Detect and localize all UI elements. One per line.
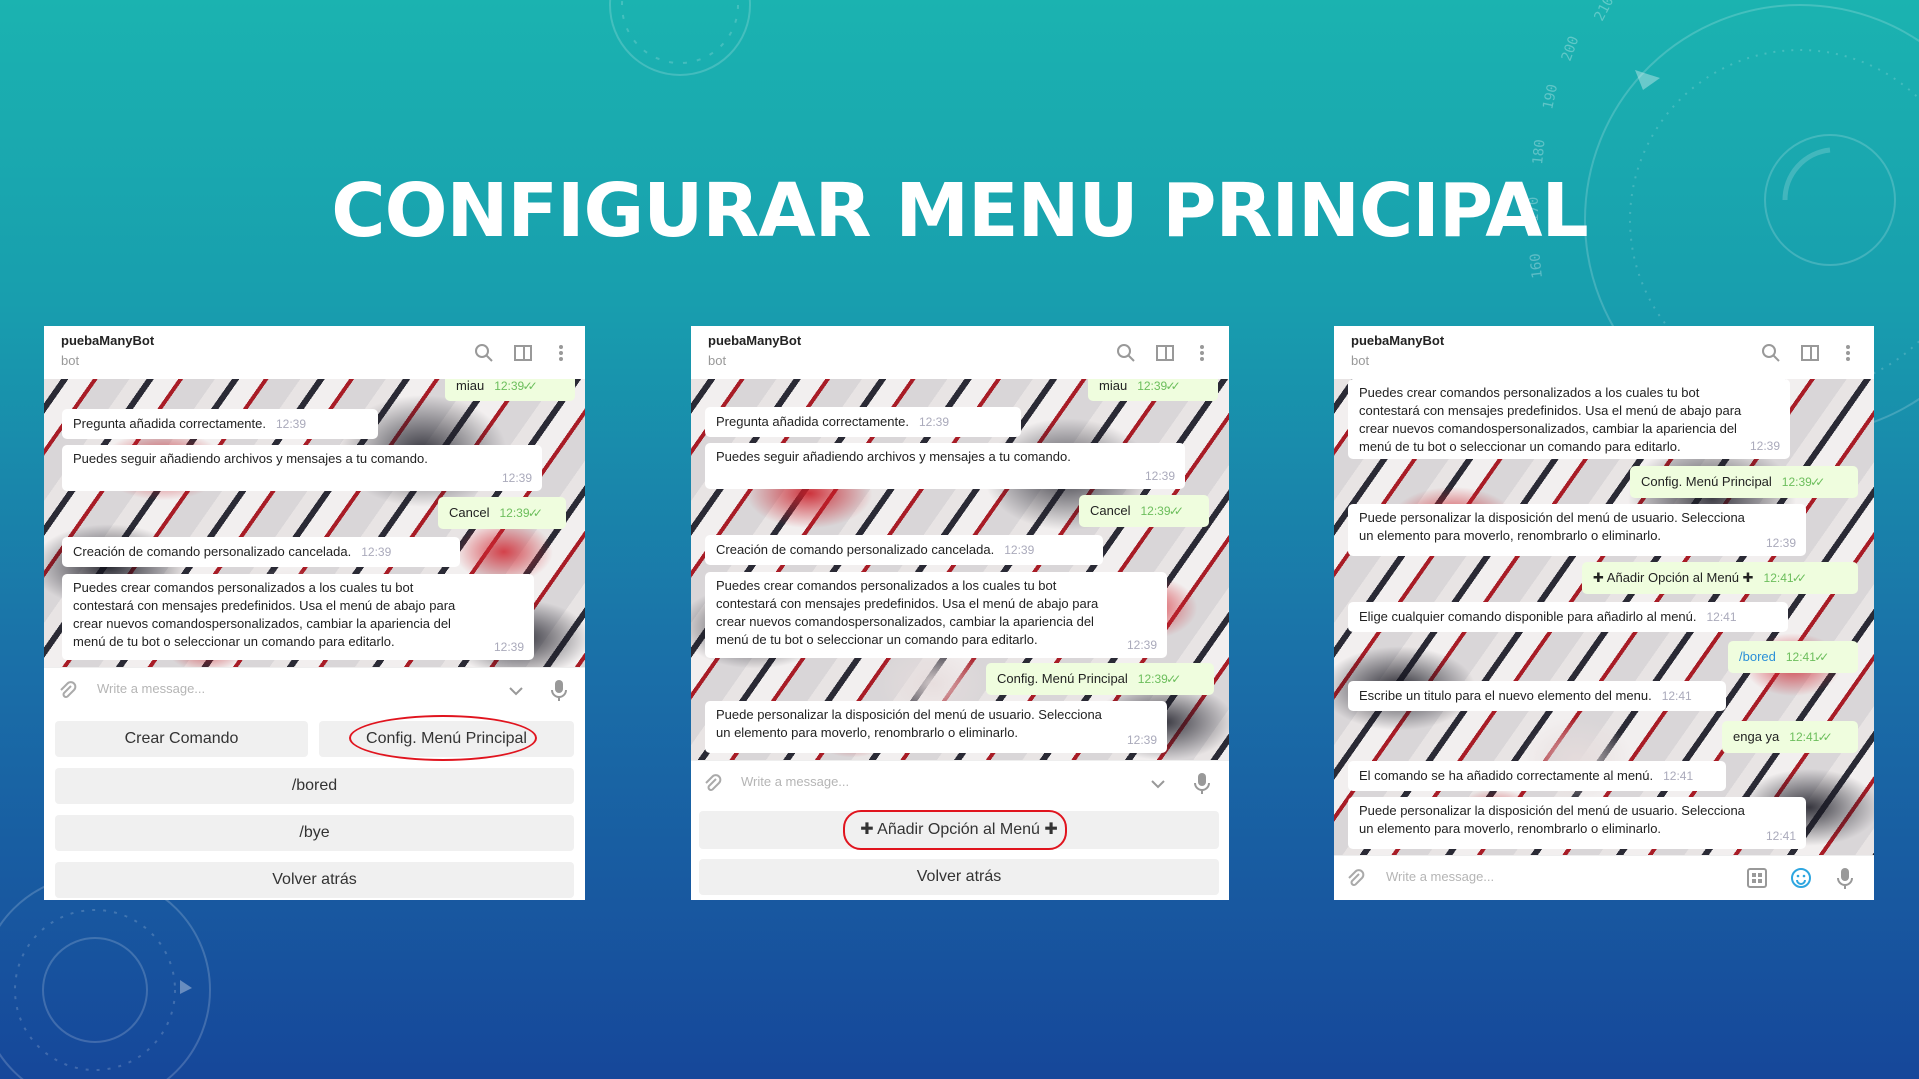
more-vert-icon[interactable] [1837,342,1859,364]
keyboard-grid-icon[interactable] [1746,867,1768,889]
message-incoming: Puede personalizar la disposición del me… [1348,797,1806,849]
double-check-icon: ✓✓ [1166,379,1181,393]
message-incoming: Pregunta añadida correctamente. 12:39 [62,409,378,439]
more-vert-icon[interactable] [550,342,572,364]
message-incoming: Puedes crear comandos personalizados a l… [705,572,1167,658]
message-incoming: Puedes seguir añadiendo archivos y mensa… [62,445,542,491]
message-outgoing: miau 12:39 ✓✓ [1088,379,1218,401]
emoji-icon[interactable] [1790,867,1812,889]
chat-status: bot [708,353,727,368]
message-outgoing: Cancel 12:39 ✓✓ [1079,495,1209,527]
deco-number: 180 [1530,139,1549,166]
message-outgoing: Cancel 12:39 ✓✓ [438,497,566,529]
paperclip-icon[interactable] [701,772,723,794]
chat-name: puebaManyBot [708,333,802,348]
mic-icon[interactable] [1191,771,1213,795]
chat-header: puebaManyBot bot [44,326,585,379]
message-incoming: Puedes seguir añadiendo archivos y mensa… [705,443,1185,489]
message-incoming: Elige cualquier comando disponible para … [1348,602,1788,632]
search-icon[interactable] [1115,342,1137,364]
message-incoming: Puedes crear comandos personalizados a l… [62,574,534,660]
columns-icon[interactable] [1799,342,1821,364]
message-outgoing: /bored 12:41 ✓✓ [1728,641,1858,673]
double-check-icon: ✓✓ [1166,672,1181,686]
telegram-screenshot-2: puebaManyBot bot miau 12:39 ✓✓ Pregunta a… [691,326,1229,900]
chat-header: puebaManyBot bot [1334,326,1874,379]
message-incoming: El comando se ha añadido correctamente a… [1348,761,1726,791]
chat-name: puebaManyBot [61,333,155,348]
message-incoming: Creación de comando personalizado cancel… [705,535,1103,565]
columns-icon[interactable] [1154,342,1176,364]
chat-header: puebaManyBot bot [691,326,1229,379]
bye-button[interactable]: /bye [55,815,574,851]
message-incoming: Pregunta añadida correctamente. 12:39 [705,407,1021,437]
message-outgoing: Config. Menú Principal 12:39 ✓✓ [986,663,1214,695]
mic-icon[interactable] [548,678,570,702]
message-input[interactable]: Write a message... [741,774,849,789]
telegram-screenshot-1: puebaManyBot bot miau 12:39 ✓✓ Pregunta a… [44,326,585,900]
double-check-icon: ✓✓ [1169,504,1184,518]
chat-status: bot [1351,353,1370,368]
chevron-down-icon[interactable] [1147,773,1169,795]
double-check-icon: ✓✓ [528,506,543,520]
paperclip-icon[interactable] [1344,867,1366,889]
message-incoming: Puedes crear comandos personalizados a l… [1348,379,1790,459]
chat-status: bot [61,353,80,368]
message-incoming: Escribe un titulo para el nuevo elemento… [1348,681,1726,711]
slide-title: CONFIGURAR MENU PRINCIPAL [331,168,1588,254]
crear-comando-button[interactable]: Crear Comando [55,721,308,757]
chat-area[interactable]: miau 12:39 ✓✓ Pregunta añadida correctame… [44,379,585,667]
message-composer: Write a message... [691,760,1229,805]
message-composer: Write a message... [44,667,585,712]
chevron-down-icon[interactable] [505,680,527,702]
double-check-icon: ✓✓ [1814,650,1829,664]
message-composer: Write a message... [1334,855,1874,900]
chat-area[interactable]: miau 12:39 ✓✓ Pregunta añadida correctame… [691,379,1229,760]
volver-atras-button[interactable]: Volver atrás [699,859,1219,895]
deco-number: 210 [1591,0,1617,24]
message-outgoing: Config. Menú Principal 12:39 ✓✓ [1630,466,1858,498]
message-incoming: Puede personalizar la disposición del me… [1348,504,1806,556]
double-check-icon: ✓✓ [523,379,538,393]
double-check-icon: ✓✓ [1810,475,1825,489]
message-input[interactable]: Write a message... [1386,869,1494,884]
telegram-screenshot-3: puebaManyBot bot Puedes crear comandos p… [1334,326,1874,900]
deco-number: 160 [1527,252,1546,279]
chat-area[interactable]: Puedes crear comandos personalizados a l… [1334,379,1874,855]
message-input[interactable]: Write a message... [97,681,205,696]
paperclip-icon[interactable] [56,679,78,701]
search-icon[interactable] [473,342,495,364]
double-check-icon: ✓✓ [1818,730,1833,744]
volver-atras-button[interactable]: Volver atrás [55,862,574,898]
message-outgoing: ✚ Añadir Opción al Menú ✚ 12:41 ✓✓ [1582,562,1858,594]
message-outgoing: enga ya 12:41 ✓✓ [1722,721,1858,753]
mic-icon[interactable] [1834,866,1856,890]
more-vert-icon[interactable] [1191,342,1213,364]
search-icon[interactable] [1760,342,1782,364]
highlight-circle [349,715,537,761]
highlight-circle [843,810,1067,850]
message-incoming: Creación de comando personalizado cancel… [62,537,460,567]
columns-icon[interactable] [512,342,534,364]
message-outgoing: miau 12:39 ✓✓ [445,379,575,401]
double-check-icon: ✓✓ [1792,571,1807,585]
bored-button[interactable]: /bored [55,768,574,804]
deco-number: 200 [1559,34,1583,63]
message-incoming: Puede personalizar la disposición del me… [705,701,1167,753]
chat-name: puebaManyBot [1351,333,1445,348]
deco-number: 190 [1540,83,1561,111]
